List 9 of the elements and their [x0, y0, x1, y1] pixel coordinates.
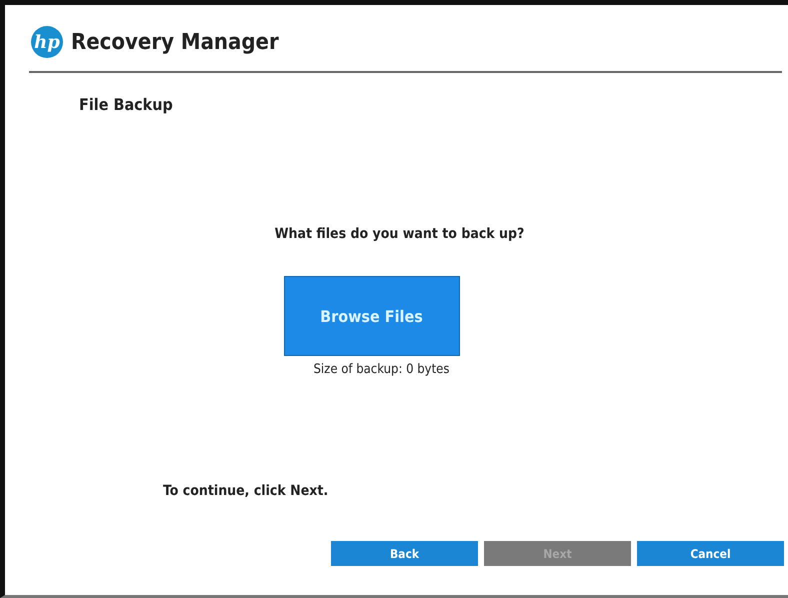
question-text: What files do you want to back up? — [274, 226, 524, 242]
nav-button[interactable]: Cancel — [637, 541, 784, 566]
browse-files-button[interactable]: Browse Files — [284, 276, 460, 356]
nav-button[interactable]: Back — [331, 541, 478, 566]
instruction-text: To continue, click Next. — [163, 483, 330, 499]
page-heading: File Backup — [79, 95, 174, 114]
backup-size-text: Size of backup: 0 bytes — [314, 362, 450, 377]
hp-logo: hp — [31, 26, 63, 58]
window-title: Recovery Manager — [71, 30, 279, 54]
